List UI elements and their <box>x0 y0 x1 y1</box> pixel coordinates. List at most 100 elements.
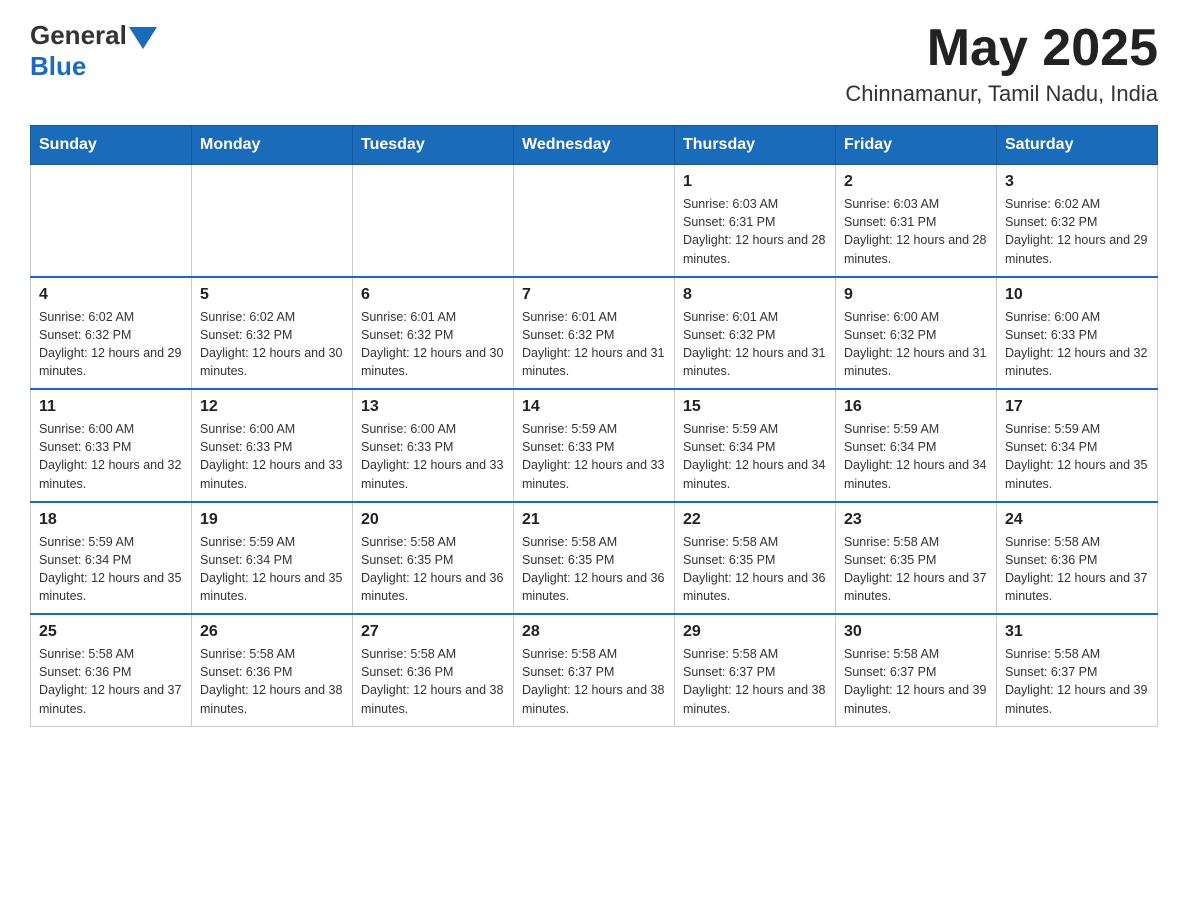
calendar-cell: 31 Sunrise: 5:58 AMSunset: 6:37 PMDayligh… <box>997 614 1158 726</box>
calendar-cell: 5Sunrise: 6:02 AMSunset: 6:32 PMDaylight… <box>192 277 353 390</box>
calendar-header-friday: Friday <box>836 126 997 165</box>
day-number: 10 <box>1005 286 1149 304</box>
calendar-cell <box>31 165 192 277</box>
day-info: Sunrise: 5:58 AMSunset: 6:37 PMDaylight:… <box>844 645 988 718</box>
calendar-cell: 21 Sunrise: 5:58 AMSunset: 6:35 PMDayligh… <box>514 502 675 615</box>
day-number: 29 <box>683 623 827 641</box>
day-info: Sunrise: 5:58 AMSunset: 6:37 PMDaylight:… <box>1005 645 1149 718</box>
day-number: 16 <box>844 398 988 416</box>
calendar-header-saturday: Saturday <box>997 126 1158 165</box>
day-number: 26 <box>200 623 344 641</box>
day-info: Sunrise: 6:00 AMSunset: 6:33 PMDaylight:… <box>361 420 505 493</box>
day-number: 21 <box>522 511 666 529</box>
day-number: 31 <box>1005 623 1149 641</box>
calendar-cell: 25 Sunrise: 5:58 AMSunset: 6:36 PMDayligh… <box>31 614 192 726</box>
day-info: Sunrise: 5:58 AMSunset: 6:35 PMDaylight:… <box>844 533 988 606</box>
day-number: 24 <box>1005 511 1149 529</box>
logo: General Blue <box>30 20 157 82</box>
day-number: 30 <box>844 623 988 641</box>
calendar-cell: 13 Sunrise: 6:00 AMSunset: 6:33 PMDayligh… <box>353 389 514 502</box>
calendar-week-row: 1Sunrise: 6:03 AMSunset: 6:31 PMDaylight… <box>31 165 1158 277</box>
calendar-cell: 17 Sunrise: 5:59 AMSunset: 6:34 PMDayligh… <box>997 389 1158 502</box>
day-info: Sunrise: 5:58 AMSunset: 6:37 PMDaylight:… <box>522 645 666 718</box>
calendar-cell: 18Sunrise: 5:59 AMSunset: 6:34 PMDayligh… <box>31 502 192 615</box>
day-info: Sunrise: 6:02 AMSunset: 6:32 PMDaylight:… <box>39 308 183 381</box>
day-number: 6 <box>361 286 505 304</box>
calendar-cell: 2Sunrise: 6:03 AMSunset: 6:31 PMDaylight… <box>836 165 997 277</box>
calendar-cell: 11 Sunrise: 6:00 AMSunset: 6:33 PMDayligh… <box>31 389 192 502</box>
day-number: 12 <box>200 398 344 416</box>
location-title: Chinnamanur, Tamil Nadu, India <box>845 81 1158 107</box>
day-info: Sunrise: 5:59 AMSunset: 6:33 PMDaylight:… <box>522 420 666 493</box>
day-number: 4 <box>39 286 183 304</box>
logo-general: General <box>30 20 127 51</box>
calendar-cell: 29 Sunrise: 5:58 AMSunset: 6:37 PMDayligh… <box>675 614 836 726</box>
day-number: 22 <box>683 511 827 529</box>
calendar-cell: 22 Sunrise: 5:58 AMSunset: 6:35 PMDayligh… <box>675 502 836 615</box>
day-info: Sunrise: 5:58 AMSunset: 6:37 PMDaylight:… <box>683 645 827 718</box>
month-title: May 2025 <box>845 20 1158 77</box>
day-number: 9 <box>844 286 988 304</box>
day-info: Sunrise: 5:58 AMSunset: 6:35 PMDaylight:… <box>522 533 666 606</box>
day-number: 23 <box>844 511 988 529</box>
day-number: 2 <box>844 173 988 191</box>
day-number: 17 <box>1005 398 1149 416</box>
day-info: Sunrise: 5:58 AMSunset: 6:36 PMDaylight:… <box>1005 533 1149 606</box>
calendar-cell: 27 Sunrise: 5:58 AMSunset: 6:36 PMDayligh… <box>353 614 514 726</box>
calendar-week-row: 18Sunrise: 5:59 AMSunset: 6:34 PMDayligh… <box>31 502 1158 615</box>
calendar-week-row: 11 Sunrise: 6:00 AMSunset: 6:33 PMDayligh… <box>31 389 1158 502</box>
calendar-cell: 15 Sunrise: 5:59 AMSunset: 6:34 PMDayligh… <box>675 389 836 502</box>
calendar-cell: 12 Sunrise: 6:00 AMSunset: 6:33 PMDayligh… <box>192 389 353 502</box>
calendar-cell: 28 Sunrise: 5:58 AMSunset: 6:37 PMDayligh… <box>514 614 675 726</box>
calendar-header-thursday: Thursday <box>675 126 836 165</box>
page-header: General Blue May 2025 Chinnamanur, Tamil… <box>30 20 1158 107</box>
day-number: 11 <box>39 398 183 416</box>
calendar-cell: 7Sunrise: 6:01 AMSunset: 6:32 PMDaylight… <box>514 277 675 390</box>
day-info: Sunrise: 5:58 AMSunset: 6:35 PMDaylight:… <box>683 533 827 606</box>
logo-triangle-icon <box>129 27 157 49</box>
day-info: Sunrise: 6:00 AMSunset: 6:33 PMDaylight:… <box>39 420 183 493</box>
title-block: May 2025 Chinnamanur, Tamil Nadu, India <box>845 20 1158 107</box>
logo-blue: Blue <box>30 51 86 82</box>
day-info: Sunrise: 5:58 AMSunset: 6:35 PMDaylight:… <box>361 533 505 606</box>
calendar-cell: 1Sunrise: 6:03 AMSunset: 6:31 PMDaylight… <box>675 165 836 277</box>
calendar-cell: 3 Sunrise: 6:02 AMSunset: 6:32 PMDaylight… <box>997 165 1158 277</box>
calendar-week-row: 25 Sunrise: 5:58 AMSunset: 6:36 PMDayligh… <box>31 614 1158 726</box>
day-info: Sunrise: 6:00 AMSunset: 6:32 PMDaylight:… <box>844 308 988 381</box>
day-info: Sunrise: 5:59 AMSunset: 6:34 PMDaylight:… <box>844 420 988 493</box>
calendar-cell: 6Sunrise: 6:01 AMSunset: 6:32 PMDaylight… <box>353 277 514 390</box>
calendar-cell: 19Sunrise: 5:59 AMSunset: 6:34 PMDayligh… <box>192 502 353 615</box>
day-number: 28 <box>522 623 666 641</box>
calendar-cell: 26 Sunrise: 5:58 AMSunset: 6:36 PMDayligh… <box>192 614 353 726</box>
calendar-header-wednesday: Wednesday <box>514 126 675 165</box>
day-number: 7 <box>522 286 666 304</box>
calendar-header-tuesday: Tuesday <box>353 126 514 165</box>
calendar-cell: 30 Sunrise: 5:58 AMSunset: 6:37 PMDayligh… <box>836 614 997 726</box>
day-info: Sunrise: 5:58 AMSunset: 6:36 PMDaylight:… <box>200 645 344 718</box>
day-info: Sunrise: 6:03 AMSunset: 6:31 PMDaylight:… <box>683 195 827 268</box>
calendar-cell: 20 Sunrise: 5:58 AMSunset: 6:35 PMDayligh… <box>353 502 514 615</box>
day-number: 3 <box>1005 173 1149 191</box>
calendar-cell: 10Sunrise: 6:00 AMSunset: 6:33 PMDayligh… <box>997 277 1158 390</box>
day-info: Sunrise: 5:59 AMSunset: 6:34 PMDaylight:… <box>1005 420 1149 493</box>
day-info: Sunrise: 6:02 AMSunset: 6:32 PMDaylight:… <box>1005 195 1149 268</box>
day-number: 25 <box>39 623 183 641</box>
day-number: 27 <box>361 623 505 641</box>
calendar-cell: 9 Sunrise: 6:00 AMSunset: 6:32 PMDaylight… <box>836 277 997 390</box>
calendar-cell: 14Sunrise: 5:59 AMSunset: 6:33 PMDayligh… <box>514 389 675 502</box>
day-info: Sunrise: 5:58 AMSunset: 6:36 PMDaylight:… <box>39 645 183 718</box>
calendar-cell: 23 Sunrise: 5:58 AMSunset: 6:35 PMDayligh… <box>836 502 997 615</box>
day-number: 20 <box>361 511 505 529</box>
day-info: Sunrise: 5:59 AMSunset: 6:34 PMDaylight:… <box>683 420 827 493</box>
calendar-header-sunday: Sunday <box>31 126 192 165</box>
day-info: Sunrise: 6:01 AMSunset: 6:32 PMDaylight:… <box>683 308 827 381</box>
calendar-cell <box>192 165 353 277</box>
day-info: Sunrise: 5:58 AMSunset: 6:36 PMDaylight:… <box>361 645 505 718</box>
calendar-header-row: SundayMondayTuesdayWednesdayThursdayFrid… <box>31 126 1158 165</box>
day-info: Sunrise: 5:59 AMSunset: 6:34 PMDaylight:… <box>39 533 183 606</box>
day-number: 15 <box>683 398 827 416</box>
day-number: 13 <box>361 398 505 416</box>
calendar-cell: 4 Sunrise: 6:02 AMSunset: 6:32 PMDaylight… <box>31 277 192 390</box>
calendar-cell: 16 Sunrise: 5:59 AMSunset: 6:34 PMDayligh… <box>836 389 997 502</box>
day-info: Sunrise: 6:00 AMSunset: 6:33 PMDaylight:… <box>200 420 344 493</box>
